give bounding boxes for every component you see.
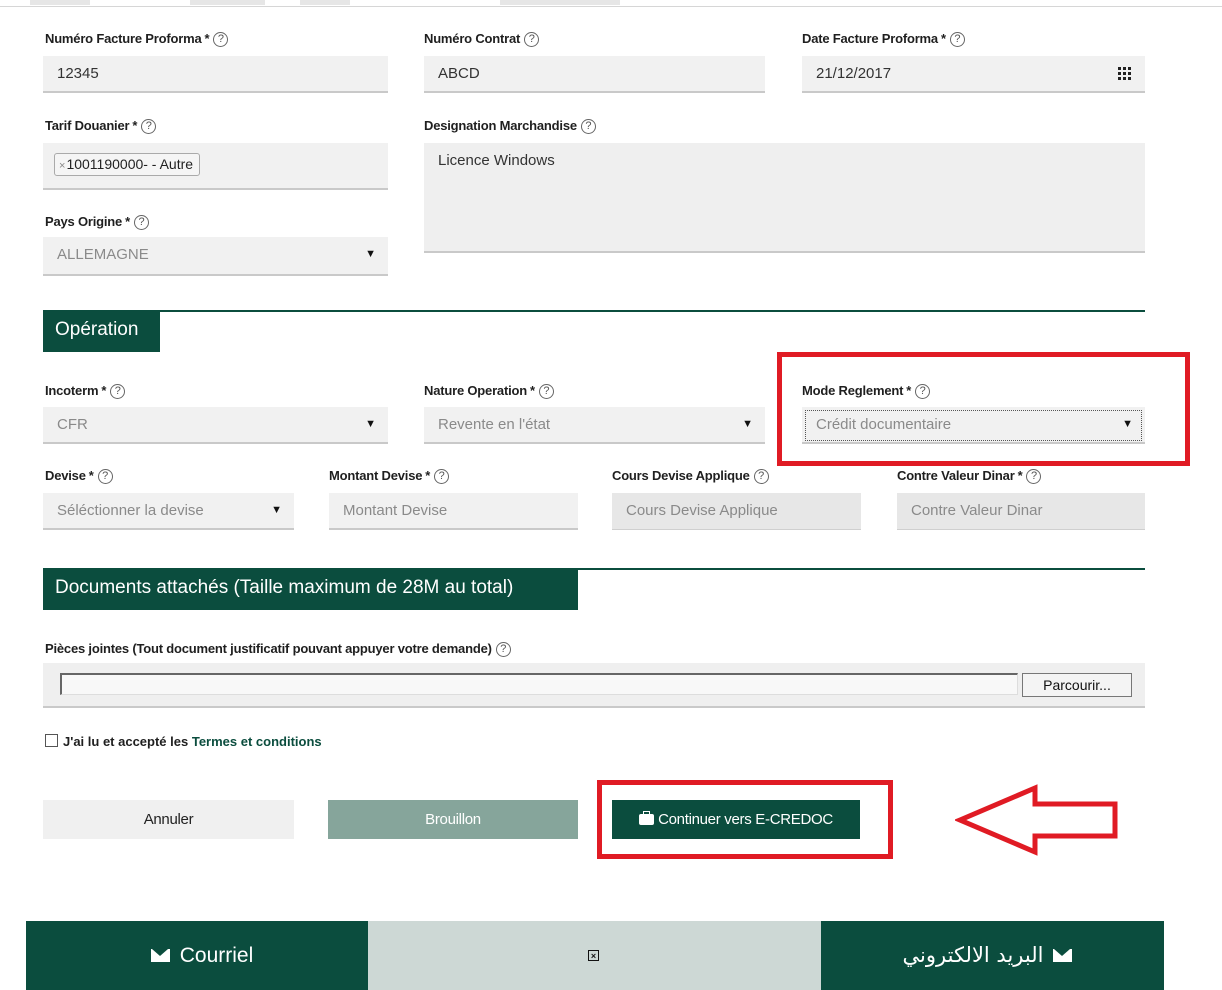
dropdown-caret-icon: ▼ bbox=[742, 418, 753, 430]
help-icon[interactable]: ? bbox=[133, 215, 149, 230]
dropdown-caret-icon: ▼ bbox=[271, 504, 282, 516]
annuler-button[interactable]: Annuler bbox=[43, 800, 294, 839]
contre-valeur-input: Contre Valeur Dinar bbox=[897, 493, 1145, 530]
tarif-douanier-label: Tarif Douanier *? bbox=[45, 118, 157, 134]
top-tab-strip bbox=[0, 0, 1222, 7]
brouillon-button[interactable]: Brouillon bbox=[328, 800, 578, 839]
annotation-highlight-box bbox=[597, 780, 893, 859]
file-path-input[interactable] bbox=[60, 673, 1018, 695]
annotation-arrow-left bbox=[955, 784, 1118, 856]
designation-textarea[interactable]: Licence Windows bbox=[424, 143, 1145, 253]
terms-prefix: J'ai lu et accepté les bbox=[63, 734, 189, 749]
help-icon[interactable]: ? bbox=[524, 32, 540, 47]
date-facture-input[interactable]: 21/12/2017 bbox=[802, 56, 1145, 93]
dropdown-caret-icon: ▼ bbox=[365, 418, 376, 430]
section-divider bbox=[43, 310, 1145, 312]
envelope-icon bbox=[1053, 949, 1073, 962]
footer-middle-panel: × bbox=[368, 921, 821, 990]
devise-select[interactable]: Séléctionner la devise ▼ bbox=[43, 493, 294, 530]
help-icon[interactable]: ? bbox=[949, 32, 965, 47]
section-operation-title: Opération bbox=[43, 312, 160, 352]
tarif-tag[interactable]: ×1001190000- - Autre bbox=[54, 153, 201, 176]
cours-devise-label: Cours Devise Applique? bbox=[612, 468, 769, 484]
incoterm-label: Incoterm *? bbox=[45, 383, 126, 399]
montant-devise-input[interactable]: Montant Devise bbox=[329, 493, 578, 530]
pays-origine-select[interactable]: ALLEMAGNE ▼ bbox=[43, 237, 388, 276]
help-icon[interactable]: ? bbox=[753, 469, 769, 484]
terms-row: J'ai lu et accepté les Termes et conditi… bbox=[45, 734, 322, 749]
help-icon[interactable]: ? bbox=[434, 469, 450, 484]
calendar-grid-icon[interactable] bbox=[1118, 67, 1131, 80]
contre-valeur-label: Contre Valeur Dinar *? bbox=[897, 468, 1042, 484]
help-icon[interactable]: ? bbox=[141, 119, 157, 134]
cours-devise-input: Cours Devise Applique bbox=[612, 493, 861, 530]
help-icon[interactable]: ? bbox=[1026, 469, 1042, 484]
help-icon[interactable]: ? bbox=[97, 469, 113, 484]
help-icon[interactable]: ? bbox=[495, 642, 511, 657]
incoterm-select[interactable]: CFR ▼ bbox=[43, 407, 388, 444]
help-icon[interactable]: ? bbox=[538, 384, 554, 399]
pays-origine-label: Pays Origine *? bbox=[45, 214, 149, 230]
help-icon[interactable]: ? bbox=[580, 119, 596, 134]
date-facture-label: Date Facture Proforma *? bbox=[802, 31, 965, 47]
footer-courriel-button[interactable]: Courriel bbox=[26, 921, 368, 990]
file-upload-field: Parcourir... bbox=[43, 663, 1145, 708]
numero-contrat-input[interactable]: ABCD bbox=[424, 56, 765, 93]
help-icon[interactable]: ? bbox=[110, 384, 126, 399]
pieces-jointes-label: Pièces jointes (Tout document justificat… bbox=[45, 641, 511, 657]
numero-facture-label: Numéro Facture Proforma *? bbox=[45, 31, 229, 47]
numero-facture-input[interactable]: 12345 bbox=[43, 56, 388, 93]
help-icon[interactable]: ? bbox=[213, 32, 229, 47]
section-documents-title: Documents attachés (Taille maximum de 28… bbox=[43, 570, 578, 610]
remove-tag-icon[interactable]: × bbox=[59, 160, 65, 172]
montant-devise-label: Montant Devise *? bbox=[329, 468, 450, 484]
footer-arabic-email-button[interactable]: البريد الالكتروني bbox=[821, 921, 1164, 990]
terms-link[interactable]: Termes et conditions bbox=[192, 734, 322, 749]
numero-contrat-label: Numéro Contrat? bbox=[424, 31, 540, 47]
designation-label: Designation Marchandise? bbox=[424, 118, 596, 134]
browse-button[interactable]: Parcourir... bbox=[1022, 673, 1132, 697]
terms-checkbox[interactable] bbox=[45, 734, 58, 747]
nature-operation-label: Nature Operation *? bbox=[424, 383, 554, 399]
nature-operation-select[interactable]: Revente en l'état ▼ bbox=[424, 407, 765, 444]
devise-label: Devise *? bbox=[45, 468, 113, 484]
close-box-icon[interactable]: × bbox=[588, 950, 599, 961]
annotation-highlight-box bbox=[777, 352, 1190, 466]
dropdown-caret-icon: ▼ bbox=[365, 248, 376, 260]
envelope-icon bbox=[150, 949, 170, 962]
